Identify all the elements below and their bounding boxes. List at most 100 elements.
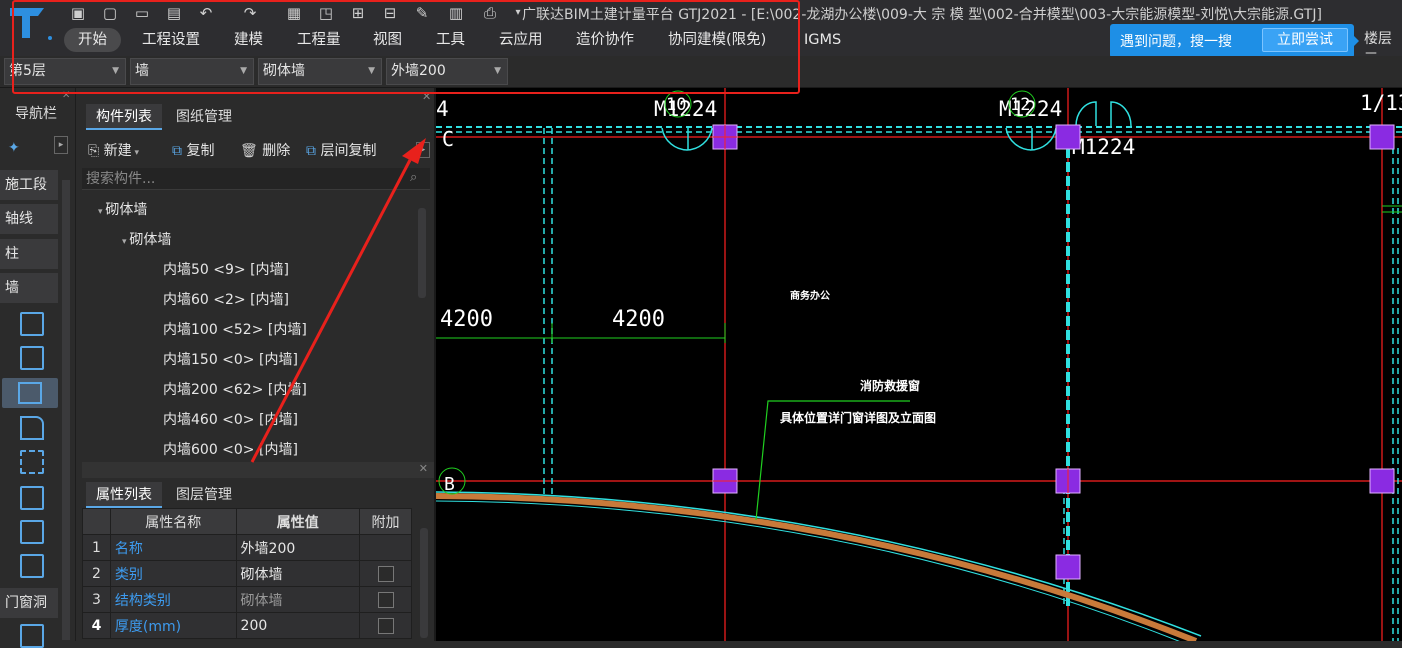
floor-copy-label: 层间复制	[320, 143, 377, 159]
wall-icon[interactable]	[20, 312, 44, 336]
delete-label: 删除	[262, 143, 291, 159]
app-logo-icon[interactable]	[4, 2, 56, 46]
column-block[interactable]	[1369, 468, 1395, 494]
category-select[interactable]: 墙 ▼	[130, 58, 254, 85]
close-icon[interactable]: ✕	[419, 462, 428, 475]
tab-layer-management[interactable]: 图层管理	[166, 482, 242, 508]
menu-7[interactable]: 造价协作	[562, 28, 648, 52]
panel-divider[interactable]: ✕	[82, 462, 434, 478]
menu-3[interactable]: 工程量	[283, 28, 355, 52]
wall-layer-icon[interactable]	[20, 486, 44, 510]
menu-0[interactable]: 开始	[64, 28, 121, 52]
table-row[interactable]: 2 类别 砌体墙	[82, 560, 412, 587]
axis-label: 4	[436, 97, 449, 121]
menu-9[interactable]: IGMS	[790, 28, 855, 52]
wall-grid-icon[interactable]	[20, 554, 44, 578]
menu-5[interactable]: 工具	[422, 28, 479, 52]
expand-icon[interactable]: ▸	[54, 136, 68, 154]
menu-8[interactable]: 协同建模(限免)	[654, 28, 780, 52]
door-icon[interactable]	[20, 624, 44, 648]
attach-checkbox[interactable]	[377, 617, 394, 634]
list-item[interactable]: 内墙60 <2> [内墙]	[163, 289, 289, 309]
nav-item-door-window[interactable]: 门窗洞	[0, 588, 58, 618]
tree-scrollbar[interactable]	[418, 208, 426, 298]
undo-icon[interactable]: ↶	[196, 4, 216, 22]
attach-checkbox[interactable]	[377, 565, 394, 582]
menu-4[interactable]: 视图	[359, 28, 416, 52]
nav-item-axis[interactable]: 轴线	[0, 204, 58, 234]
tree-root-label: 砌体墙	[105, 202, 148, 218]
table-row[interactable]: 1 名称 外墙200	[82, 534, 412, 561]
close-icon[interactable]: ✕	[422, 90, 431, 103]
table-row[interactable]: 3 结构类别 砌体墙	[82, 586, 412, 613]
try-now-button[interactable]: 立即尝试	[1262, 28, 1348, 52]
list-item[interactable]: 内墙200 <62> [内墙]	[163, 379, 307, 399]
table-row[interactable]: 4 厚度(mm) 200	[82, 612, 412, 639]
component-select[interactable]: 外墙200 ▼	[386, 58, 508, 85]
new-button[interactable]: ⎘ 新建 ▾	[88, 140, 139, 160]
axis-label: B	[444, 474, 455, 495]
menu-1[interactable]: 工程设置	[128, 28, 214, 52]
masonry-wall-icon[interactable]	[2, 378, 58, 408]
tree-subgroup[interactable]: ▾ 砌体墙	[122, 229, 171, 249]
row-number: 2	[82, 560, 111, 587]
list-item[interactable]: 内墙150 <0> [内墙]	[163, 349, 298, 369]
column-header: 附加	[359, 508, 412, 535]
chevron-down-icon: ▼	[368, 66, 375, 76]
list-item[interactable]: 内墙100 <52> [内墙]	[163, 319, 307, 339]
menu-6[interactable]: 云应用	[485, 28, 557, 52]
tab-drawing-management[interactable]: 图纸管理	[166, 104, 242, 130]
more-icon[interactable]: ▸	[416, 142, 430, 158]
cad-drawing-canvas[interactable]: 4200 4200 消防救援窗 具体位置详门窗详图及立面图 商务办公 M1224…	[436, 88, 1402, 641]
attach-checkbox[interactable]	[377, 591, 394, 608]
list-item[interactable]: 内墙460 <0> [内墙]	[163, 409, 298, 429]
property-value[interactable]: 200	[235, 612, 361, 639]
column-block[interactable]	[1055, 554, 1081, 580]
save-icon[interactable]: ▣	[68, 4, 88, 22]
menu-2[interactable]: 建模	[220, 28, 277, 52]
room-label: 商务办公	[790, 289, 830, 302]
find-icon[interactable]: ◳	[316, 4, 336, 22]
tab-component-list[interactable]: 构件列表	[86, 104, 162, 130]
property-name: 类别	[109, 560, 237, 587]
component-search-input[interactable]: 搜索构件...	[82, 168, 430, 190]
nav-scrollbar[interactable]	[62, 180, 70, 640]
check-icon[interactable]: ⊟	[380, 4, 400, 22]
list-item[interactable]: 内墙50 <9> [内墙]	[163, 259, 289, 279]
property-value[interactable]: 砌体墙	[235, 560, 361, 587]
property-value[interactable]: 外墙200	[235, 534, 361, 561]
brush-icon[interactable]: ✎	[412, 4, 432, 22]
property-scrollbar[interactable]	[420, 528, 428, 638]
cad-drawing[interactable]: 4200 4200 消防救援窗 具体位置详门窗详图及立面图 商务办公 M1224…	[436, 88, 1402, 641]
attach-cell	[359, 586, 412, 613]
parapet-icon[interactable]	[20, 416, 44, 440]
new-file-icon[interactable]: ▢	[100, 4, 120, 22]
list-item[interactable]: 内墙600 <0> [内墙]	[163, 439, 298, 459]
curtain-wall-icon[interactable]	[20, 346, 44, 370]
redo-icon[interactable]: ↷	[240, 4, 260, 22]
open-folder-icon[interactable]: ▭	[132, 4, 152, 22]
nav-item-column[interactable]: 柱	[0, 239, 58, 269]
column-block[interactable]	[1369, 124, 1395, 150]
tab-property-list[interactable]: 属性列表	[86, 482, 162, 508]
search-icon[interactable]: ⌕	[410, 170, 417, 185]
export-icon[interactable]: ⎙	[480, 4, 500, 22]
pin-icon[interactable]: ✦	[8, 140, 20, 156]
wall-opening-icon[interactable]	[20, 520, 44, 544]
delete-button[interactable]: 🗑︎ 删除	[240, 140, 290, 160]
disk-icon[interactable]: ▤	[164, 4, 184, 22]
door-label: M1224	[1072, 135, 1135, 159]
type-select[interactable]: 砌体墙 ▼	[258, 58, 382, 85]
nav-item-wall[interactable]: 墙	[0, 273, 58, 303]
table-icon[interactable]: ▥	[446, 4, 466, 22]
calc-icon[interactable]: ▦	[284, 4, 304, 22]
column-block[interactable]	[1055, 124, 1081, 150]
floor-select[interactable]: 第5层 ▼	[4, 58, 126, 85]
tree-root[interactable]: ▾ 砌体墙	[98, 199, 147, 219]
insulation-icon[interactable]	[20, 450, 44, 474]
copy-button[interactable]: ⧉ 复制	[172, 140, 214, 160]
grid-icon[interactable]: ⊞	[348, 4, 368, 22]
property-value: 砌体墙	[235, 586, 361, 613]
nav-item-stage[interactable]: 施工段	[0, 170, 58, 200]
floor-copy-button[interactable]: ⧉ 层间复制	[306, 140, 376, 160]
